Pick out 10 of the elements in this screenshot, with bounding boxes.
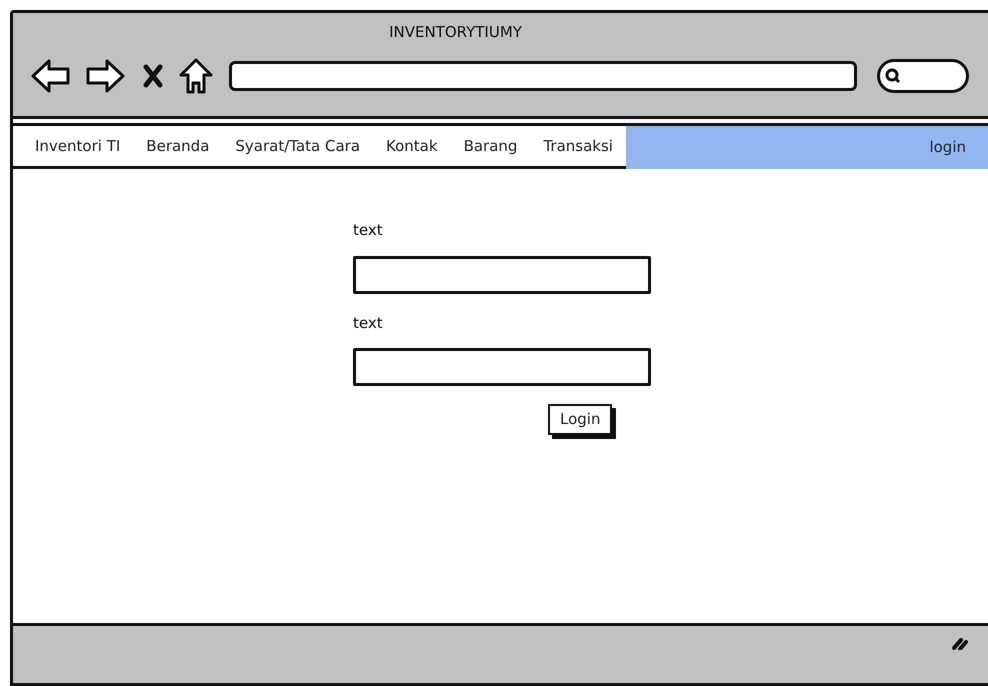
nav-link[interactable]: Syarat/Tata Cara [222, 126, 374, 166]
nav-link[interactable]: Inventori TI [13, 126, 134, 166]
nav-link[interactable]: Kontak [373, 126, 451, 166]
nav-link[interactable]: Transaksi [530, 126, 626, 166]
nav-link[interactable]: Beranda [133, 126, 222, 166]
nav-link[interactable]: login [626, 126, 988, 169]
field-label: text [353, 312, 384, 334]
field-label: text [353, 220, 384, 241]
window-title: INVENTORYTIUMY [388, 22, 523, 43]
nav-link[interactable]: Barang [450, 126, 530, 166]
